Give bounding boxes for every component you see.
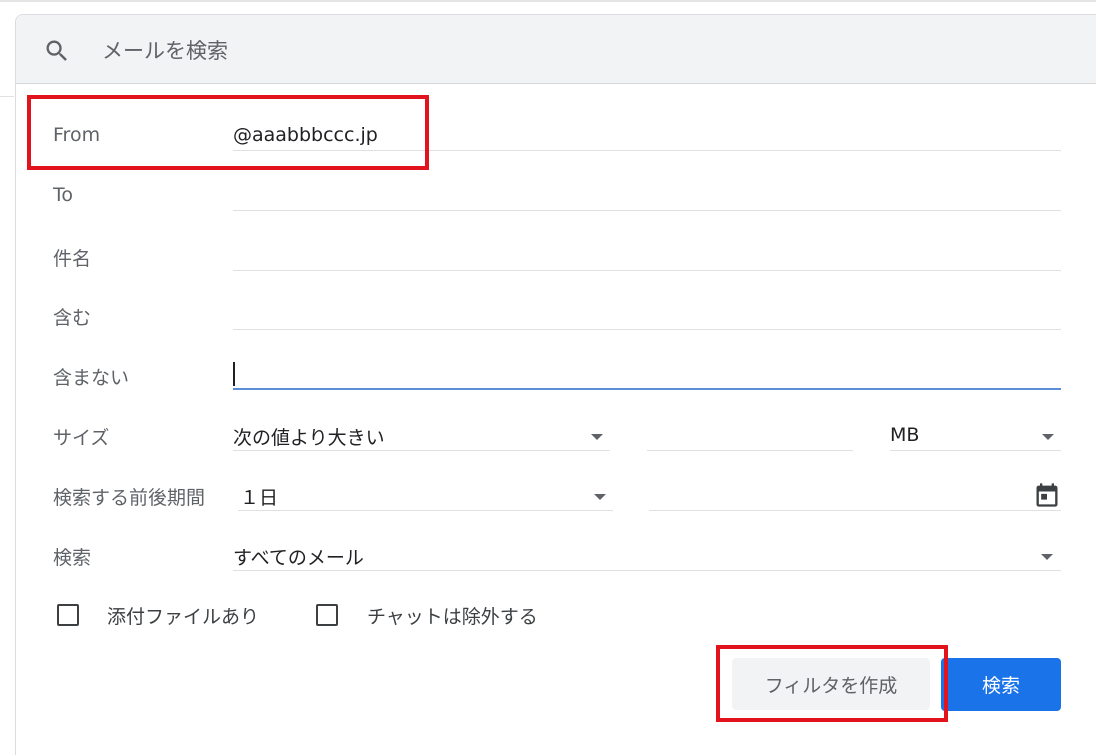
search-scope-label: 検索	[53, 547, 92, 569]
search-icon[interactable]	[43, 37, 71, 65]
left-divider	[0, 96, 14, 97]
subject-label: 件名	[53, 248, 92, 270]
search-button[interactable]: 検索	[941, 658, 1061, 711]
size-unit-underline	[890, 450, 1061, 451]
date-within-underline	[238, 510, 613, 511]
top-border	[0, 0, 1096, 2]
from-highlight-box	[27, 95, 429, 170]
date-within-label: 検索する前後期間	[53, 487, 206, 509]
exclude-chats-label[interactable]: チャットは除外する	[367, 602, 538, 629]
chevron-down-icon[interactable]	[1042, 434, 1054, 440]
chevron-down-icon[interactable]	[594, 494, 606, 500]
doesnt-have-underline	[233, 388, 1061, 390]
subject-underline	[233, 270, 1061, 271]
to-label: To	[53, 184, 74, 206]
search-scope-select[interactable]: すべてのメール	[233, 543, 364, 570]
has-attachment-checkbox[interactable]	[57, 604, 79, 626]
date-input-underline	[649, 510, 1061, 511]
doesnt-have-label: 含まない	[53, 367, 130, 389]
size-operator-select[interactable]: 次の値より大きい	[233, 423, 385, 450]
exclude-chats-checkbox[interactable]	[316, 604, 338, 626]
search-input[interactable]: メールを検索	[102, 35, 228, 65]
has-words-label: 含む	[53, 307, 92, 329]
size-value-underline	[647, 450, 853, 451]
chevron-down-icon[interactable]	[1041, 554, 1053, 560]
has-words-underline	[233, 329, 1061, 330]
text-cursor	[233, 362, 235, 386]
chevron-down-icon[interactable]	[591, 434, 603, 440]
size-label: サイズ	[53, 427, 110, 449]
search-scope-underline	[233, 570, 1061, 571]
date-within-select[interactable]: １日	[240, 483, 278, 510]
size-operator-underline	[233, 450, 610, 451]
create-filter-highlight-box	[716, 645, 948, 722]
calendar-icon[interactable]	[1033, 481, 1061, 509]
search-bar[interactable]: メールを検索	[16, 15, 1096, 84]
to-underline	[233, 210, 1061, 211]
size-unit-select[interactable]: MB	[890, 424, 919, 446]
has-attachment-label[interactable]: 添付ファイルあり	[107, 602, 259, 629]
